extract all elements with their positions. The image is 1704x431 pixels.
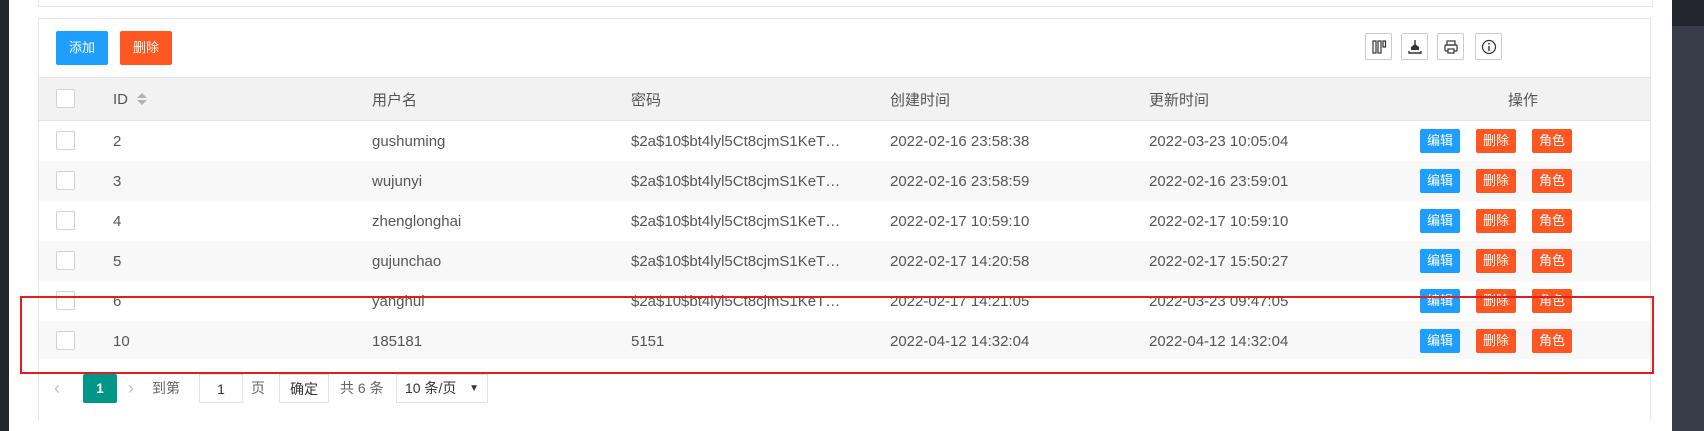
columns-icon[interactable] xyxy=(1365,33,1392,60)
cell-updated: 2022-04-12 14:32:04 xyxy=(1149,332,1289,350)
cell-actions: 编辑 删除 角色 xyxy=(1420,281,1640,321)
role-button[interactable]: 角色 xyxy=(1532,249,1573,273)
edit-button[interactable]: 编辑 xyxy=(1420,329,1461,353)
cell-id: 2 xyxy=(113,132,122,150)
column-header-actions: 操作 xyxy=(1508,91,1539,109)
total-count: 共 6 条 xyxy=(340,380,384,396)
table-row: 5 gujunchao $2a$10$bt4lyl5Ct8cjmS1KeT… 2022… xyxy=(39,241,1650,282)
role-button[interactable]: 角色 xyxy=(1532,129,1573,153)
role-button[interactable]: 角色 xyxy=(1532,169,1573,193)
cell-created: 2022-02-17 14:21:05 xyxy=(890,292,1030,310)
row-checkbox[interactable] xyxy=(56,331,75,350)
info-icon[interactable] xyxy=(1475,33,1502,60)
column-header-id[interactable]: ID xyxy=(113,78,147,120)
cell-username: yanghui xyxy=(372,292,425,310)
cell-password: 5151 xyxy=(631,332,665,350)
sort-icon[interactable] xyxy=(137,93,147,105)
delete-button[interactable]: 删除 xyxy=(1476,289,1517,313)
role-button[interactable]: 角色 xyxy=(1532,209,1573,233)
cell-updated: 2022-03-23 09:47:05 xyxy=(1149,292,1289,310)
cell-updated: 2022-02-17 10:59:10 xyxy=(1149,212,1289,230)
cell-created: 2022-02-16 23:58:59 xyxy=(890,172,1030,190)
table-row: 4 zhenglonghai $2a$10$bt4lyl5Ct8cjmS1KeT… 2… xyxy=(39,201,1650,242)
cell-username: zhenglonghai xyxy=(372,212,462,230)
cell-password: $2a$10$bt4lyl5Ct8cjmS1KeT… xyxy=(631,132,841,150)
cell-actions: 编辑 删除 角色 xyxy=(1420,121,1640,161)
cell-created: 2022-02-16 23:58:38 xyxy=(890,132,1030,150)
print-icon[interactable] xyxy=(1437,33,1464,60)
row-checkbox[interactable] xyxy=(56,131,75,150)
delete-button[interactable]: 删除 xyxy=(1476,329,1517,353)
table-row: 3 wujunyi $2a$10$bt4lyl5Ct8cjmS1KeT… 2022-0… xyxy=(39,161,1650,202)
cell-created: 2022-02-17 10:59:10 xyxy=(890,212,1030,230)
goto-confirm-button[interactable]: 确定 xyxy=(279,374,329,403)
select-all-checkbox[interactable] xyxy=(56,89,75,108)
delete-button[interactable]: 删除 xyxy=(1476,129,1517,153)
page-1-button[interactable]: 1 xyxy=(83,374,117,403)
row-checkbox[interactable] xyxy=(56,251,75,270)
table-row: 2 gushuming $2a$10$bt4lyl5Ct8cjmS1KeT… 2022… xyxy=(39,121,1650,162)
cell-actions: 编辑 删除 角色 xyxy=(1420,161,1640,201)
cell-id: 10 xyxy=(113,332,130,350)
cell-password: $2a$10$bt4lyl5Ct8cjmS1KeT… xyxy=(631,172,841,190)
role-button[interactable]: 角色 xyxy=(1532,289,1573,313)
cell-updated: 2022-02-16 23:59:01 xyxy=(1149,172,1289,190)
search-card-bottom xyxy=(38,0,1653,7)
goto-page-input[interactable] xyxy=(199,374,243,403)
export-icon[interactable] xyxy=(1401,33,1428,60)
column-header-updated: 更新时间 xyxy=(1149,91,1210,109)
cell-username: gushuming xyxy=(372,132,446,150)
prev-page-button[interactable]: ‹ xyxy=(54,374,60,403)
left-sidebar-edge xyxy=(0,0,9,431)
delete-button[interactable]: 删除 xyxy=(1476,169,1517,193)
table-header: ID 用户名 密码 创建时间 更新时间 操作 xyxy=(39,78,1650,121)
row-checkbox[interactable] xyxy=(56,291,75,310)
delete-button[interactable]: 删除 xyxy=(1476,249,1517,273)
user-table-card: 添加 删除 ID 用户名 密码 创建时间 更新时间 操作 2 gushuming $… xyxy=(38,18,1651,420)
column-header-password: 密码 xyxy=(631,91,662,109)
cell-password: $2a$10$bt4lyl5Ct8cjmS1KeT… xyxy=(631,212,841,230)
cell-username: gujunchao xyxy=(372,252,442,270)
table-row: 10 185181 5151 2022-04-12 14:32:04 2022-04-1… xyxy=(39,321,1650,362)
cell-password: $2a$10$bt4lyl5Ct8cjmS1KeT… xyxy=(631,252,841,270)
row-checkbox[interactable] xyxy=(56,171,75,190)
cell-id: 5 xyxy=(113,252,122,270)
add-button[interactable]: 添加 xyxy=(56,31,109,65)
cell-password: $2a$10$bt4lyl5Ct8cjmS1KeT… xyxy=(631,292,841,310)
role-button[interactable]: 角色 xyxy=(1532,329,1573,353)
cell-username: wujunyi xyxy=(372,172,423,190)
cell-updated: 2022-02-17 15:50:27 xyxy=(1149,252,1289,270)
cell-id: 6 xyxy=(113,292,122,310)
goto-label: 到第 xyxy=(152,380,180,396)
dropdown-arrow-icon: ▼ xyxy=(469,383,479,394)
column-header-username: 用户名 xyxy=(372,91,418,109)
table-row: 6 yanghui $2a$10$bt4lyl5Ct8cjmS1KeT… 2022-0… xyxy=(39,281,1650,322)
cell-id: 3 xyxy=(113,172,122,190)
cell-updated: 2022-03-23 10:05:04 xyxy=(1149,132,1289,150)
edit-button[interactable]: 编辑 xyxy=(1420,249,1461,273)
pagination: ‹ 1 › 到第 页 确定 共 6 条 10 条/页 ▼ xyxy=(39,359,1650,420)
cell-actions: 编辑 删除 角色 xyxy=(1420,321,1640,361)
edit-button[interactable]: 编辑 xyxy=(1420,209,1461,233)
right-sidebar-edge xyxy=(1672,0,1704,431)
page-unit-label: 页 xyxy=(251,380,265,396)
batch-delete-button[interactable]: 删除 xyxy=(120,31,173,65)
page-size-select[interactable]: 10 条/页 ▼ xyxy=(396,374,488,403)
table-toolbar: 添加 删除 xyxy=(39,19,1650,78)
next-page-button[interactable]: › xyxy=(128,374,134,403)
cell-actions: 编辑 删除 角色 xyxy=(1420,201,1640,241)
column-header-created: 创建时间 xyxy=(890,91,951,109)
delete-button[interactable]: 删除 xyxy=(1476,209,1517,233)
cell-created: 2022-04-12 14:32:04 xyxy=(890,332,1030,350)
row-checkbox[interactable] xyxy=(56,211,75,230)
edit-button[interactable]: 编辑 xyxy=(1420,169,1461,193)
edit-button[interactable]: 编辑 xyxy=(1420,129,1461,153)
edit-button[interactable]: 编辑 xyxy=(1420,289,1461,313)
cell-username: 185181 xyxy=(372,332,423,350)
cell-created: 2022-02-17 14:20:58 xyxy=(890,252,1030,270)
cell-actions: 编辑 删除 角色 xyxy=(1420,241,1640,281)
cell-id: 4 xyxy=(113,212,122,230)
